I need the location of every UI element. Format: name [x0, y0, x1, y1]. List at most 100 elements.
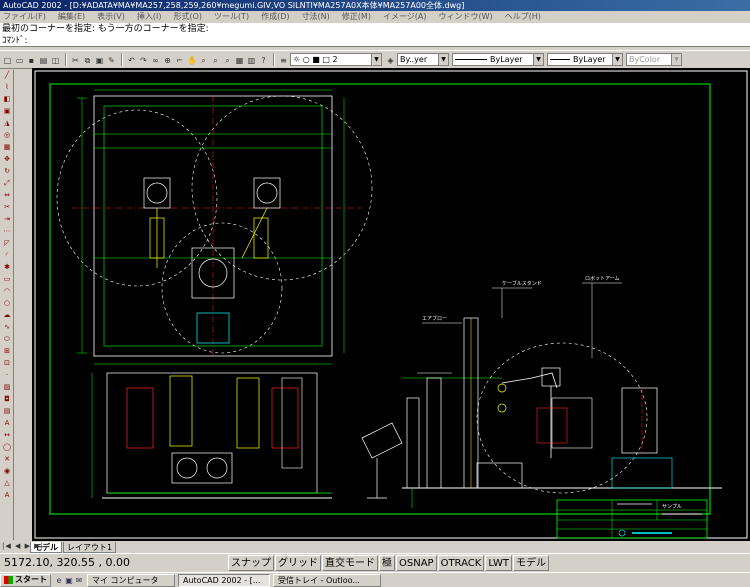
snap-toggle[interactable]: スナップ: [228, 555, 274, 571]
tracking-icon[interactable]: ⊕: [162, 54, 173, 66]
pan-icon[interactable]: ✋: [186, 54, 197, 66]
zoom-window-icon[interactable]: ⌕: [210, 54, 221, 66]
menu-dimension[interactable]: 寸法(N): [296, 11, 336, 23]
command-window[interactable]: 最初のコーナーを指定: もう一方のコーナーを指定: ｺﾏﾝﾄﾞ:: [0, 23, 750, 47]
dimension-icon[interactable]: ↔: [1, 430, 13, 441]
tab-layout1[interactable]: レイアウト1: [63, 542, 117, 553]
spline-icon[interactable]: ∿: [1, 322, 13, 333]
preview-icon[interactable]: ◫: [50, 54, 61, 66]
erase-icon[interactable]: ◧: [1, 94, 13, 105]
polar-toggle[interactable]: 極: [379, 555, 395, 571]
design-center-icon[interactable]: ▥: [246, 54, 257, 66]
menu-edit[interactable]: 編集(E): [52, 11, 91, 23]
menu-help[interactable]: ヘルプ(H): [499, 11, 547, 23]
task-autocad[interactable]: AutoCAD 2002 - [...: [178, 573, 270, 587]
extend-icon[interactable]: ⇥: [1, 214, 13, 225]
mtext-icon[interactable]: A: [1, 418, 13, 429]
copy-object-icon[interactable]: ▣: [1, 106, 13, 117]
break-icon[interactable]: ⋯: [1, 226, 13, 237]
menu-tools[interactable]: ツール(T): [208, 11, 255, 23]
menu-modify[interactable]: 修正(M): [336, 11, 377, 23]
circle2-icon[interactable]: ◯: [1, 442, 13, 453]
tab-nav-arrows[interactable]: |◀ ◀ ▶ ▶|: [2, 542, 44, 550]
region-icon[interactable]: ◘: [1, 394, 13, 405]
menu-file[interactable]: ファイル(F): [0, 11, 52, 23]
layer-manager-icon[interactable]: ≡: [278, 54, 289, 66]
xline-icon[interactable]: ✕: [1, 454, 13, 465]
model-toggle[interactable]: モデル: [512, 555, 549, 571]
rectangle-icon[interactable]: ▭: [1, 274, 13, 285]
menu-draw[interactable]: 作成(D): [255, 11, 295, 23]
rotate-icon[interactable]: ↻: [1, 166, 13, 177]
help-icon[interactable]: ?: [258, 54, 269, 66]
draw-modify-palette: ╱ ⌇ ◧ ▣ ◮ ◎ ▦ ✥ ↻ ⤢ ⇔ ✂ ⇥ ⋯ ◸ ◜ ✱ ▭ ◠ ○ …: [0, 70, 14, 540]
quicklaunch-ie-icon[interactable]: e: [54, 576, 64, 585]
open-file-icon[interactable]: ▭: [14, 54, 25, 66]
save-icon[interactable]: ▪: [26, 54, 37, 66]
offset-icon[interactable]: ◎: [1, 130, 13, 141]
chamfer-icon[interactable]: ◸: [1, 238, 13, 249]
cloud-icon[interactable]: ☁: [1, 310, 13, 321]
properties-icon[interactable]: ▦: [234, 54, 245, 66]
linetype-dropdown[interactable]: ByLayer ▼: [452, 53, 544, 66]
redo-icon[interactable]: ↷: [138, 54, 149, 66]
circle-icon[interactable]: ○: [1, 298, 13, 309]
menu-format[interactable]: 形式(O): [167, 11, 208, 23]
arc-icon[interactable]: ◠: [1, 286, 13, 297]
color-dropdown[interactable]: By..yer ▼: [397, 53, 449, 66]
array-icon[interactable]: ▦: [1, 142, 13, 153]
menu-insert[interactable]: 挿入(I): [131, 11, 168, 23]
cut-icon[interactable]: ✂: [70, 54, 81, 66]
text-icon[interactable]: A: [1, 490, 13, 501]
ucs-icon[interactable]: ⌐: [174, 54, 185, 66]
command-prompt[interactable]: ｺﾏﾝﾄﾞ:: [0, 35, 750, 47]
osnap-toggle[interactable]: OSNAP: [396, 555, 437, 571]
point-icon[interactable]: ·: [1, 370, 13, 381]
zoom-realtime-icon[interactable]: ⌕: [198, 54, 209, 66]
copy-icon[interactable]: ⧉: [82, 54, 93, 66]
donut-icon[interactable]: ◉: [1, 466, 13, 477]
print-icon[interactable]: ▤: [38, 54, 49, 66]
quicklaunch-outlook-icon[interactable]: ✉: [74, 576, 84, 585]
insert-block-icon[interactable]: ⊞: [1, 346, 13, 357]
match-properties-icon[interactable]: ✎: [106, 54, 117, 66]
grid-toggle[interactable]: グリッド: [275, 555, 321, 571]
triangle-icon[interactable]: △: [1, 478, 13, 489]
table-icon[interactable]: ▤: [1, 406, 13, 417]
mirror-icon[interactable]: ◮: [1, 118, 13, 129]
lineweight-dropdown[interactable]: ByLayer ▼: [547, 53, 623, 66]
lwt-toggle[interactable]: LWT: [485, 555, 512, 571]
scale-icon[interactable]: ⤢: [1, 178, 13, 189]
polyline-icon[interactable]: ⌇: [1, 82, 13, 93]
make-block-icon[interactable]: ⊡: [1, 358, 13, 369]
layer-dropdown[interactable]: ☼ ○ ■ □ 2 ▼: [290, 53, 382, 66]
ellipse-icon[interactable]: ⬭: [1, 334, 13, 345]
chevron-down-icon[interactable]: ▼: [371, 54, 381, 65]
otrack-toggle[interactable]: OTRACK: [437, 555, 485, 571]
task-my-computer[interactable]: マイ コンピュータ: [87, 573, 175, 587]
menu-image[interactable]: イメージ(A): [377, 11, 433, 23]
zoom-previous-icon[interactable]: ⌕: [222, 54, 233, 66]
stretch-icon[interactable]: ⇔: [1, 190, 13, 201]
paste-icon[interactable]: ▣: [94, 54, 105, 66]
menu-view[interactable]: 表示(V): [91, 11, 131, 23]
chevron-down-icon[interactable]: ▼: [438, 54, 448, 65]
chevron-down-icon[interactable]: ▼: [612, 54, 622, 65]
hatch-icon[interactable]: ▨: [1, 382, 13, 393]
new-file-icon[interactable]: □: [2, 54, 13, 66]
chevron-down-icon[interactable]: ▼: [533, 54, 543, 65]
line-icon[interactable]: ╱: [1, 70, 13, 81]
make-layer-current-icon[interactable]: ◈: [385, 54, 396, 66]
move-icon[interactable]: ✥: [1, 154, 13, 165]
ortho-toggle[interactable]: 直交モード: [322, 555, 378, 571]
quicklaunch-desktop-icon[interactable]: ▣: [64, 576, 74, 585]
trim-icon[interactable]: ✂: [1, 202, 13, 213]
task-outlook[interactable]: 受信トレイ - Outloo...: [273, 573, 381, 587]
menu-window[interactable]: ウィンドウ(W): [433, 11, 499, 23]
undo-icon[interactable]: ↶: [126, 54, 137, 66]
fillet-icon[interactable]: ◜: [1, 250, 13, 261]
hyperlink-icon[interactable]: ∞: [150, 54, 161, 66]
drawing-canvas[interactable]: ケーブルスタンド ロボットアーム エアブロー サンプル: [32, 68, 750, 541]
explode-icon[interactable]: ✱: [1, 262, 13, 273]
start-button[interactable]: スタート: [0, 573, 51, 587]
